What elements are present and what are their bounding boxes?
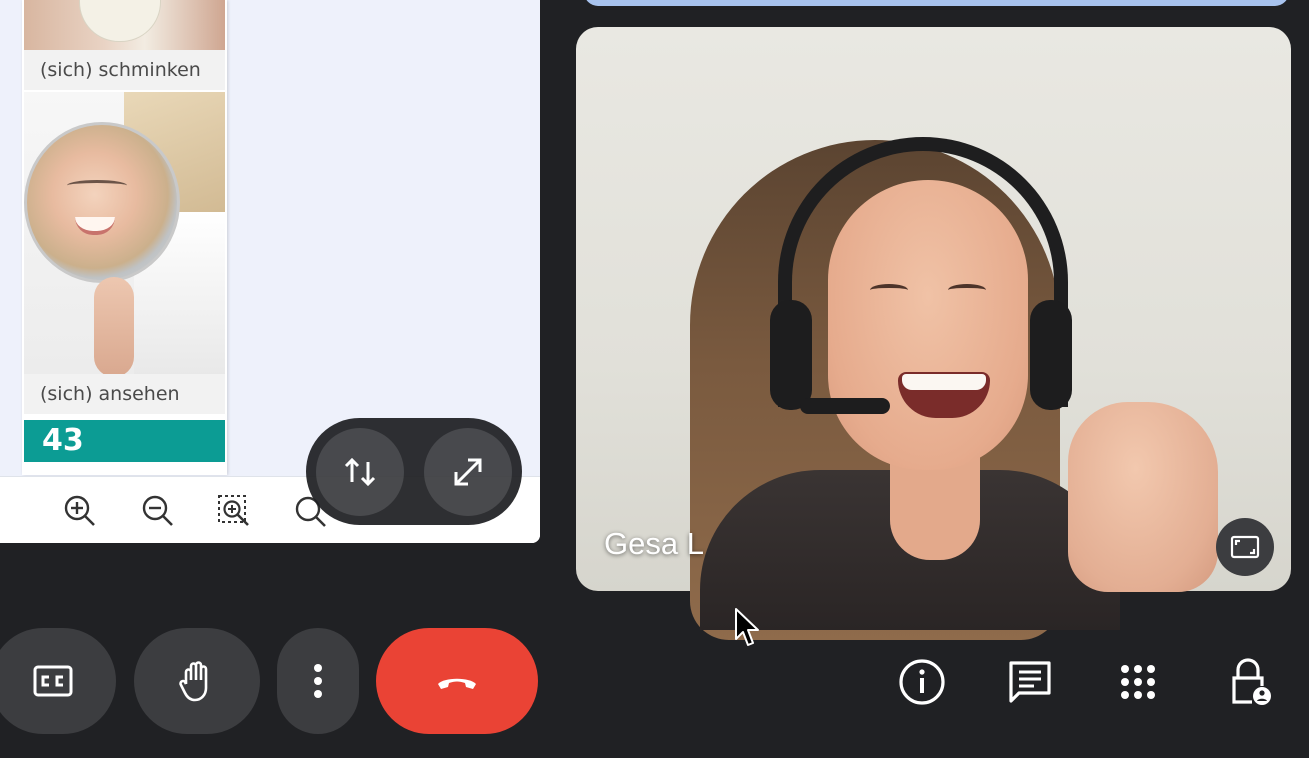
picture-in-picture-button[interactable] — [1216, 518, 1274, 576]
host-controls-button[interactable] — [1218, 652, 1278, 712]
hand-icon — [179, 661, 208, 702]
top-participant-strip[interactable] — [584, 0, 1289, 6]
mouse-cursor-icon — [735, 608, 759, 646]
info-icon — [899, 659, 945, 705]
participant-name: Gesa L — [604, 526, 704, 561]
closed-captions-icon — [33, 665, 73, 697]
fullscreen-icon — [1230, 535, 1260, 559]
meeting-info-button[interactable] — [892, 652, 952, 712]
captions-button[interactable] — [0, 628, 116, 734]
more-vertical-icon — [314, 664, 322, 698]
document-page: (sich) schminken (sich) ansehen 43 — [22, 0, 227, 475]
raise-hand-button[interactable] — [134, 628, 260, 734]
swap-vertical-icon — [344, 457, 376, 487]
expand-button[interactable] — [424, 428, 512, 516]
zoom-in-icon — [64, 495, 95, 526]
lock-person-icon — [1232, 658, 1271, 705]
swap-button[interactable] — [316, 428, 404, 516]
phone-hangup-icon — [438, 678, 476, 689]
activities-button[interactable] — [1108, 652, 1168, 712]
zoom-fit-icon — [218, 495, 249, 526]
floating-controls — [306, 418, 522, 525]
photo-mirror — [24, 92, 225, 374]
zoom-out-icon — [142, 495, 173, 526]
zoom-fit-button[interactable] — [216, 493, 252, 529]
shared-document-panel[interactable]: (sich) schminken (sich) ansehen 43 — [0, 0, 540, 543]
apps-grid-icon — [1121, 665, 1155, 699]
chat-icon — [1009, 661, 1051, 703]
more-options-button[interactable] — [277, 628, 359, 734]
chapter-number: 43 — [24, 420, 225, 462]
zoom-out-button[interactable] — [140, 493, 176, 529]
caption-schminken: (sich) schminken — [24, 50, 225, 90]
end-call-button[interactable] — [376, 628, 538, 734]
chat-button[interactable] — [1000, 652, 1060, 712]
zoom-in-button[interactable] — [62, 493, 98, 529]
photo-makeup — [24, 0, 225, 50]
caption-ansehen: (sich) ansehen — [24, 374, 225, 414]
expand-icon — [454, 458, 482, 486]
